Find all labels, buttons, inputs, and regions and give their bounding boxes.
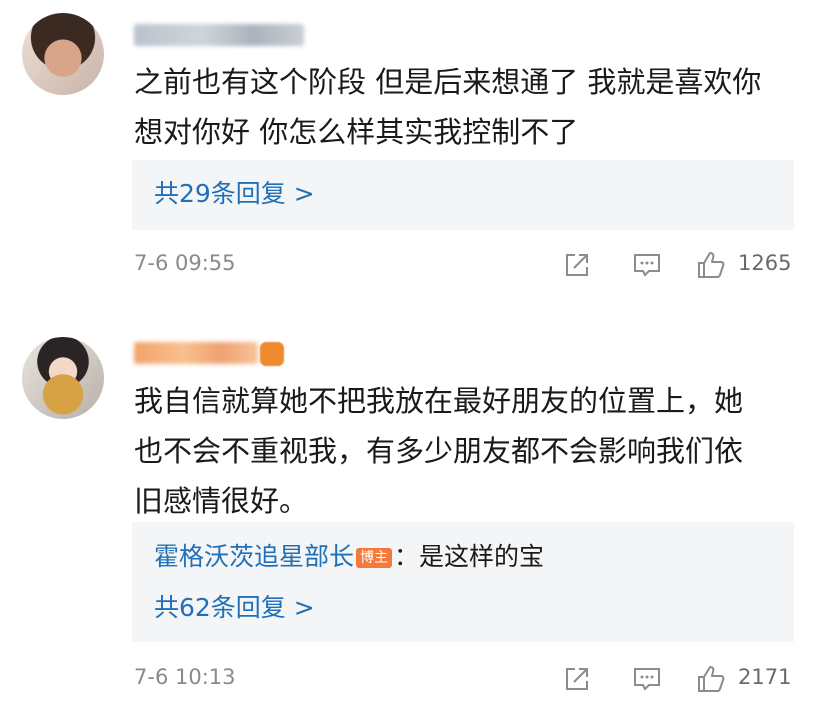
reply-box[interactable]: 霍格沃茨追星部长 博主 ：是这样的宝 共62条回复 >: [132, 522, 794, 642]
like-count: 2171: [738, 665, 792, 689]
share-icon[interactable]: [562, 664, 592, 694]
reply-snippet: 霍格沃茨追星部长 博主 ：是这样的宝: [154, 540, 544, 574]
view-replies-link[interactable]: 共62条回复 >: [154, 591, 315, 625]
comment-meta: 7-6 10:13 2171: [0, 661, 826, 697]
username-blurred[interactable]: [134, 342, 258, 364]
comment-text: 我自信就算她不把我放在最好朋友的位置上，她 也不会不重视我，有多少朋友都不会影响…: [134, 376, 804, 526]
share-icon[interactable]: [562, 250, 592, 280]
user-level-icon: [260, 342, 284, 366]
comment-text-line: 旧感情很好。: [134, 484, 309, 518]
comment-text-line: 之前也有这个阶段 但是后来想通了 我就是喜欢你: [134, 65, 762, 99]
reply-box[interactable]: 共29条回复 >: [132, 160, 794, 230]
reply-author[interactable]: 霍格沃茨追星部长: [154, 542, 354, 571]
comment-text-line: 也不会不重视我，有多少朋友都不会影响我们依: [134, 434, 744, 468]
view-replies-link[interactable]: 共29条回复 >: [154, 177, 315, 211]
comment-icon[interactable]: [632, 250, 662, 280]
like-icon[interactable]: [696, 250, 726, 280]
comment-text-line: 我自信就算她不把我放在最好朋友的位置上，她: [134, 384, 744, 418]
like-count: 1265: [738, 251, 792, 275]
avatar[interactable]: [22, 13, 104, 95]
timestamp: 7-6 09:55: [134, 251, 236, 275]
username-blurred[interactable]: [134, 24, 304, 46]
comment-text-line: 想对你好 你怎么样其实我控制不了: [134, 115, 579, 149]
comment-icon[interactable]: [632, 664, 662, 694]
like-icon[interactable]: [696, 664, 726, 694]
comment-meta: 7-6 09:55 1265: [0, 247, 826, 283]
avatar[interactable]: [22, 337, 104, 419]
reply-text: ：是这样的宝: [394, 542, 545, 571]
timestamp: 7-6 10:13: [134, 665, 236, 689]
comment-text: 之前也有这个阶段 但是后来想通了 我就是喜欢你 想对你好 你怎么样其实我控制不了: [134, 57, 804, 157]
author-badge: 博主: [356, 548, 393, 568]
